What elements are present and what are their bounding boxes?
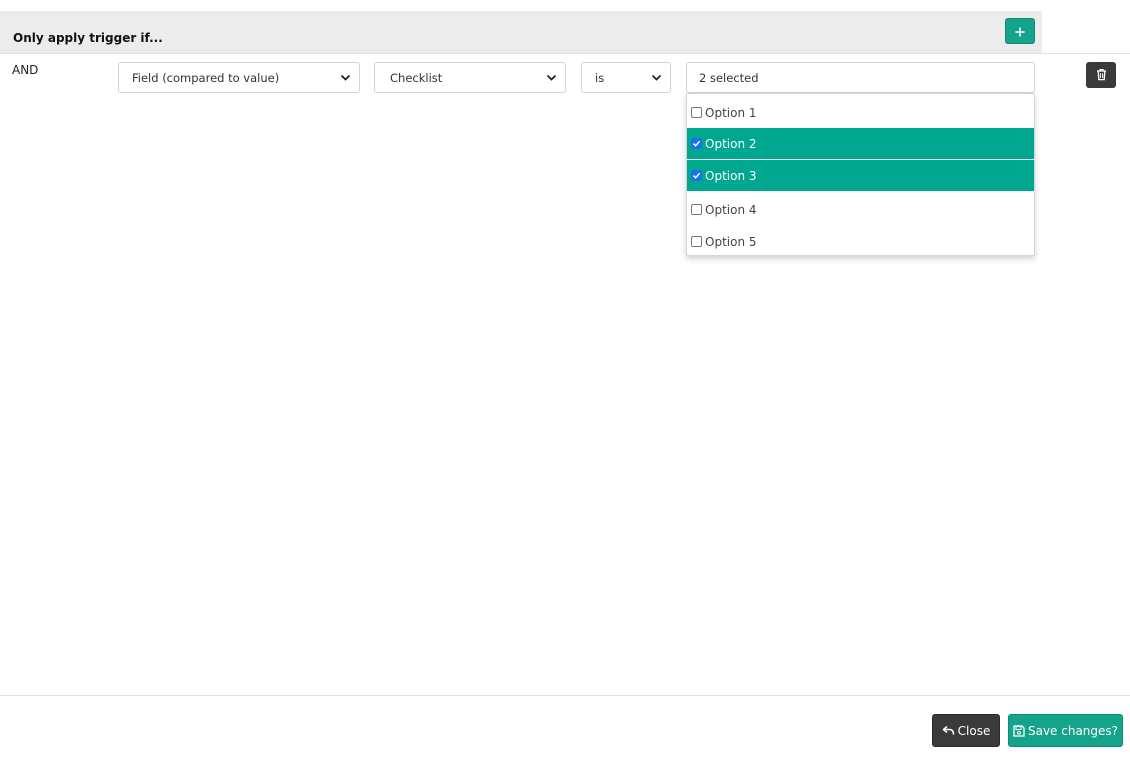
header-title: Only apply trigger if... xyxy=(13,31,163,45)
value-multiselect[interactable]: 2 selected xyxy=(686,62,1035,93)
checkbox[interactable] xyxy=(691,107,702,118)
delete-condition-button[interactable] xyxy=(1086,62,1116,88)
option-item[interactable]: Option 2 xyxy=(687,128,1034,159)
condition-header: Only apply trigger if... xyxy=(0,11,1042,53)
operator-select[interactable]: is xyxy=(581,62,671,93)
chevron-down-icon xyxy=(545,72,557,84)
condition-type-value: Field (compared to value) xyxy=(132,70,280,85)
add-condition-button[interactable] xyxy=(1005,18,1035,44)
field-select[interactable]: Checklist xyxy=(374,62,566,93)
checkbox[interactable] xyxy=(691,204,702,215)
option-label: Option 4 xyxy=(705,202,757,217)
option-label: Option 3 xyxy=(705,168,757,183)
save-button-label: Save changes? xyxy=(1027,723,1119,738)
close-button-label: Close xyxy=(957,723,991,738)
chevron-down-icon xyxy=(339,72,351,84)
options-dropdown: Option 1 Option 2 Option 3 Option 4 Opti… xyxy=(686,93,1035,256)
connector-label: AND xyxy=(12,63,39,77)
option-item[interactable]: Option 1 xyxy=(687,97,1034,128)
trash-icon xyxy=(1096,66,1107,85)
trigger-condition-panel: Only apply trigger if... AND Field (comp… xyxy=(0,0,1130,757)
footer-divider xyxy=(0,695,1130,696)
field-value: Checklist xyxy=(390,70,443,85)
operator-value: is xyxy=(595,70,605,85)
option-item[interactable]: Option 3 xyxy=(687,160,1034,191)
condition-type-select[interactable]: Field (compared to value) xyxy=(118,62,360,93)
option-label: Option 1 xyxy=(705,105,757,120)
option-label: Option 2 xyxy=(705,136,757,151)
chevron-down-icon xyxy=(650,72,662,84)
plus-icon xyxy=(1015,22,1025,41)
checkbox-checked[interactable] xyxy=(691,138,702,149)
floppy-disk-icon xyxy=(1013,724,1025,737)
save-changes-button[interactable]: Save changes? xyxy=(1008,714,1123,747)
value-summary: 2 selected xyxy=(699,70,759,85)
option-item[interactable]: Option 4 xyxy=(687,194,1034,225)
option-label: Option 5 xyxy=(705,234,757,249)
option-item[interactable]: Option 5 xyxy=(687,226,1034,257)
checkbox[interactable] xyxy=(691,236,702,247)
close-button[interactable]: Close xyxy=(932,714,1000,747)
header-divider xyxy=(0,53,1130,54)
checkbox-checked[interactable] xyxy=(691,170,702,181)
undo-arrow-icon xyxy=(942,725,955,736)
